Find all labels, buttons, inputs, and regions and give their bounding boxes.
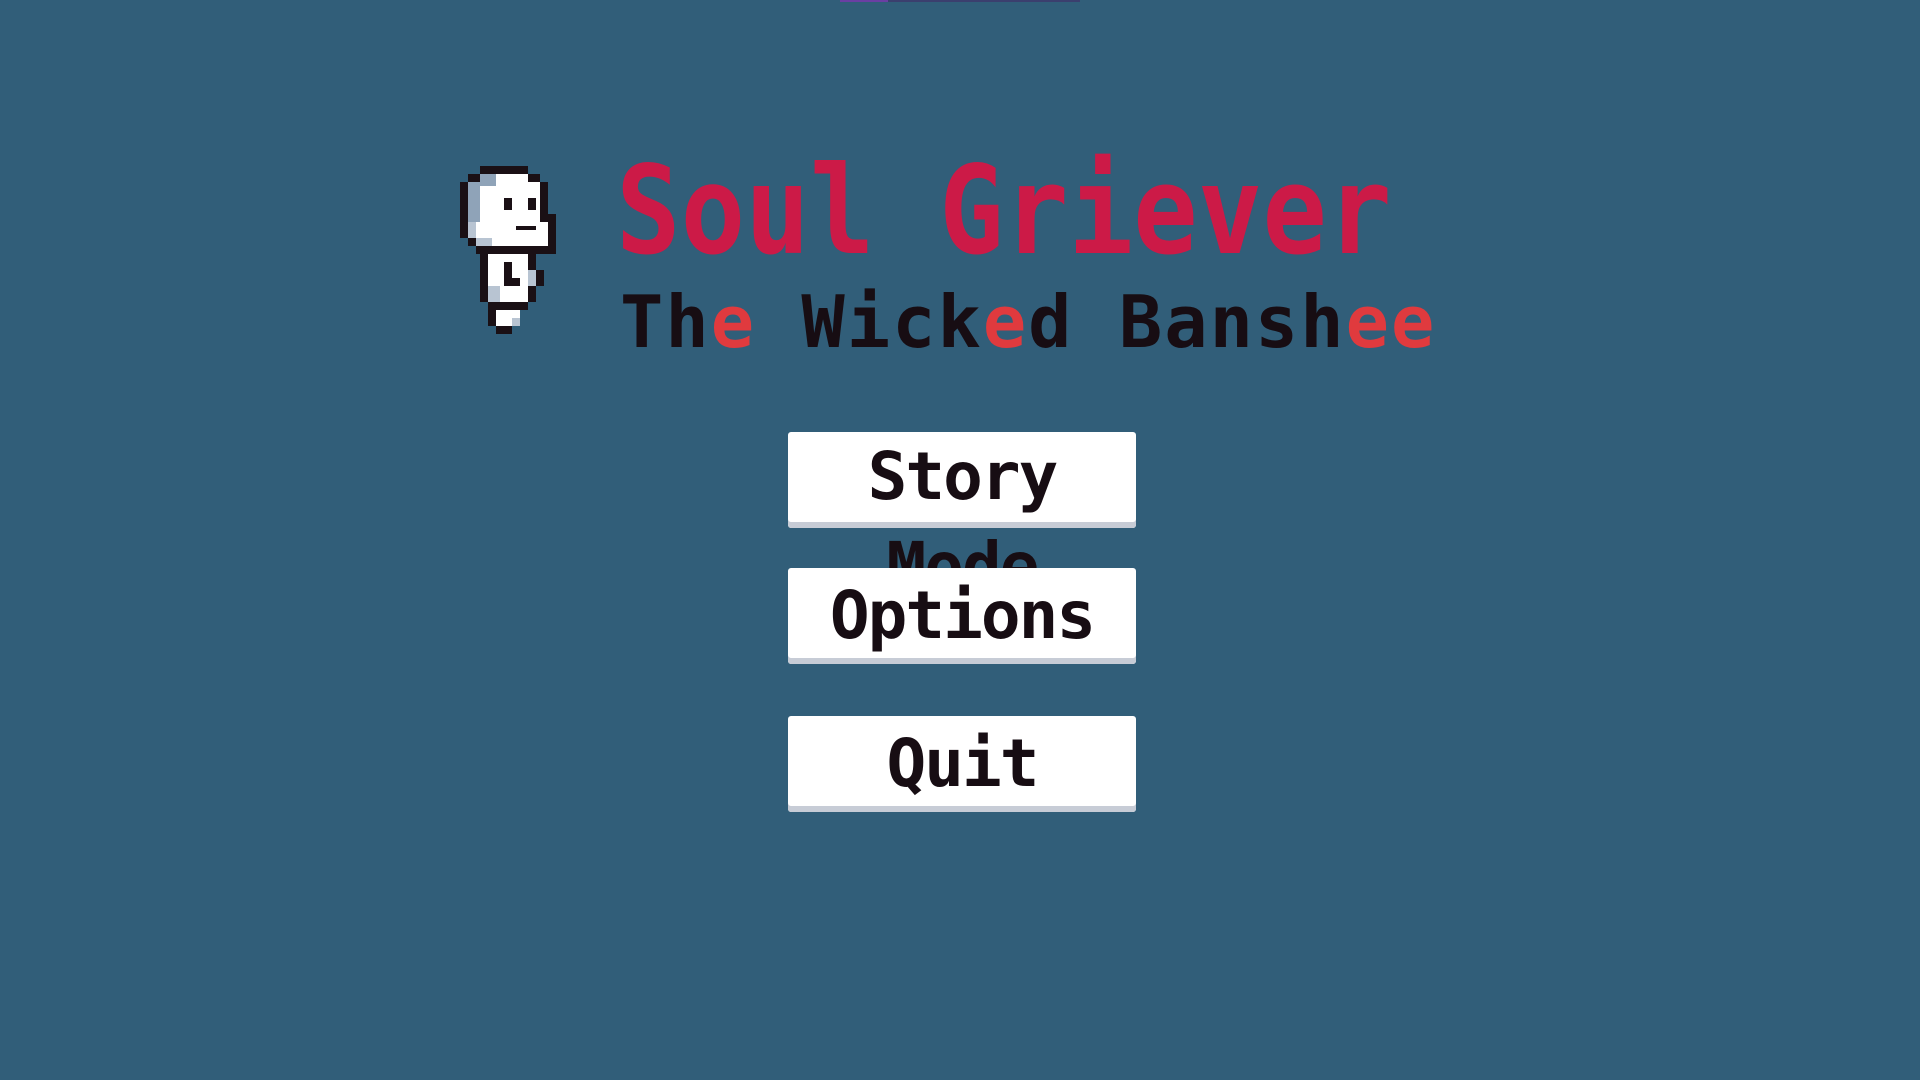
subtitle-part: Th [620, 280, 711, 364]
title-screen: Soul Griever The Wicked Banshee Story Mo… [0, 0, 1920, 1080]
quit-button[interactable]: Quit [788, 716, 1136, 812]
subtitle-highlight: ee [1345, 280, 1437, 364]
ghost-sprite-icon [460, 166, 556, 334]
story-mode-button[interactable]: Story Mode [788, 432, 1136, 605]
subtitle-highlight: e [710, 280, 757, 364]
game-title: Soul Griever [616, 140, 1392, 282]
subtitle-highlight: e [982, 280, 1029, 364]
top-bar-marker [840, 0, 1080, 2]
options-button[interactable]: Options [788, 568, 1136, 664]
subtitle-part: Wick [756, 280, 983, 364]
subtitle-part: d Bansh [1028, 280, 1346, 364]
game-subtitle: The Wicked Banshee [620, 282, 1436, 362]
